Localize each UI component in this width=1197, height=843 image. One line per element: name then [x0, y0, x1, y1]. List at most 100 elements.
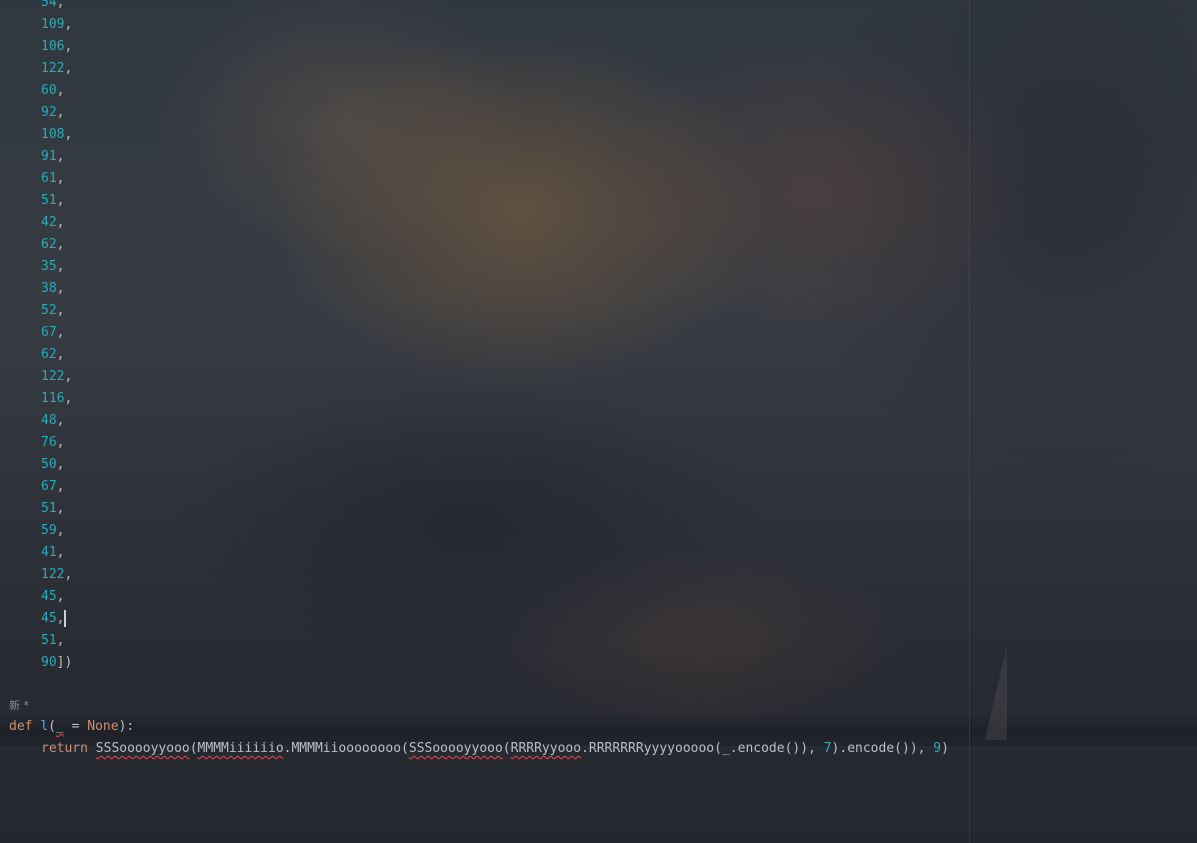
list-number: 38	[41, 281, 57, 296]
dot: .	[581, 741, 589, 756]
list-number: 109	[41, 17, 65, 32]
list-number: 35	[41, 259, 57, 274]
list-comma: ,	[56, 457, 65, 472]
list-line[interactable]: 67,	[0, 322, 64, 344]
param-name[interactable]: _	[56, 716, 64, 738]
list-line[interactable]: 92,	[0, 102, 64, 124]
list-number: 61	[41, 171, 57, 186]
text-caret	[64, 610, 67, 627]
list-line[interactable]: 42,	[0, 212, 64, 234]
list-line[interactable]: 51,	[0, 498, 64, 520]
def-keyword: def	[9, 719, 33, 734]
list-line[interactable]: 62,	[0, 344, 64, 366]
list-line[interactable]: 60,	[0, 80, 64, 102]
list-line[interactable]: 76,	[0, 432, 64, 454]
list-comma: ,	[56, 545, 65, 560]
list-comma: ,	[64, 567, 73, 582]
list-number: 50	[41, 457, 57, 472]
list-comma: ,	[56, 633, 65, 648]
list-line[interactable]: 48,	[0, 410, 64, 432]
list-line[interactable]: 122,	[0, 366, 72, 388]
list-number: 54	[41, 0, 57, 10]
list-line[interactable]: 51,	[0, 190, 64, 212]
list-comma: ,	[56, 303, 65, 318]
paren: (	[714, 741, 722, 756]
list-comma: ,	[56, 325, 65, 340]
list-number: 122	[41, 567, 65, 582]
list-comma: ,	[56, 413, 65, 428]
list-line[interactable]: 91,	[0, 146, 64, 168]
code-editor[interactable]: 54, 109, 106, 122, 60, 92, 108, 91, 61, 51, 42, 62,…	[0, 0, 1197, 843]
def-line[interactable]: def l ( _ = None ):	[0, 716, 134, 738]
def-equals: =	[63, 719, 88, 734]
list-comma: ,	[56, 611, 65, 626]
list-number: 122	[41, 61, 65, 76]
list-line[interactable]: 50,	[0, 454, 64, 476]
list-closing-line[interactable]: 90])	[0, 652, 72, 674]
ref-mmmmiiiiiio[interactable]: MMMMiiiiiio	[198, 738, 284, 760]
list-comma: ,	[56, 83, 65, 98]
list-line[interactable]: 109,	[0, 14, 72, 36]
list-comma: ,	[64, 61, 73, 76]
list-comma: ,	[56, 171, 65, 186]
list-number: 60	[41, 83, 57, 98]
list-line[interactable]: 59,	[0, 520, 64, 542]
list-close-bracket: ])	[56, 655, 73, 670]
list-comma: ,	[56, 237, 65, 252]
list-number: 91	[41, 149, 57, 164]
encode-call-1: .encode()),	[729, 741, 824, 756]
list-line[interactable]: 108,	[0, 124, 72, 146]
list-number: 106	[41, 39, 65, 54]
def-open-paren: (	[48, 719, 56, 734]
arg-underscore[interactable]: _	[722, 738, 730, 760]
list-line[interactable]: 45,	[0, 608, 67, 630]
list-number: 62	[41, 347, 57, 362]
list-line[interactable]: 62,	[0, 234, 64, 256]
ref-rrrryyooo[interactable]: RRRRyyooo	[511, 738, 581, 760]
list-comma: ,	[56, 259, 65, 274]
list-number: 62	[41, 237, 57, 252]
list-number: 122	[41, 369, 65, 384]
return-line[interactable]: return SSSooooyyooo ( MMMMiiiiiio . MMMM…	[0, 738, 949, 760]
number-7: 7	[823, 741, 832, 756]
list-line[interactable]: 122,	[0, 564, 72, 586]
list-number: 42	[41, 215, 57, 230]
list-line[interactable]: 45,	[0, 586, 64, 608]
paren: (	[401, 741, 409, 756]
method-rrrrrrryyyyooooo[interactable]: RRRRRRRyyyyooooo	[589, 738, 714, 760]
list-number: 108	[41, 127, 65, 142]
list-comma: ,	[64, 127, 73, 142]
call-sssooooyyooo-outer[interactable]: SSSooooyyooo	[96, 738, 190, 760]
list-comma: ,	[64, 39, 73, 54]
list-line[interactable]: 35,	[0, 256, 64, 278]
dot: .	[283, 741, 292, 756]
list-line[interactable]: 106,	[0, 36, 72, 58]
number-9: 9	[933, 741, 942, 756]
author-inlay-hint[interactable]: 新 *	[9, 695, 29, 717]
list-comma: ,	[56, 501, 65, 516]
call-sssooooyyooo-inner[interactable]: SSSooooyyooo	[409, 738, 503, 760]
list-line[interactable]: 41,	[0, 542, 64, 564]
list-comma: ,	[56, 523, 65, 538]
list-number: 45	[41, 611, 57, 626]
method-mmmmiioooooooo[interactable]: MMMMiioooooooo	[291, 738, 401, 760]
close-paren: )	[941, 741, 949, 756]
list-line[interactable]: 122,	[0, 58, 72, 80]
default-value[interactable]: None	[87, 716, 118, 738]
list-line[interactable]: 51,	[0, 630, 64, 652]
list-comma: ,	[56, 0, 65, 10]
list-number: 59	[41, 523, 57, 538]
list-comma: ,	[64, 17, 73, 32]
list-line[interactable]: 61,	[0, 168, 64, 190]
paren: (	[502, 741, 511, 756]
list-line[interactable]: 54,	[0, 0, 64, 14]
list-line[interactable]: 116,	[0, 388, 72, 410]
list-comma: ,	[56, 347, 65, 362]
list-number: 51	[41, 633, 57, 648]
list-comma: ,	[56, 105, 65, 120]
list-line[interactable]: 52,	[0, 300, 64, 322]
list-line[interactable]: 67,	[0, 476, 64, 498]
list-line[interactable]: 38,	[0, 278, 64, 300]
list-comma: ,	[56, 215, 65, 230]
function-name[interactable]: l	[40, 716, 48, 738]
